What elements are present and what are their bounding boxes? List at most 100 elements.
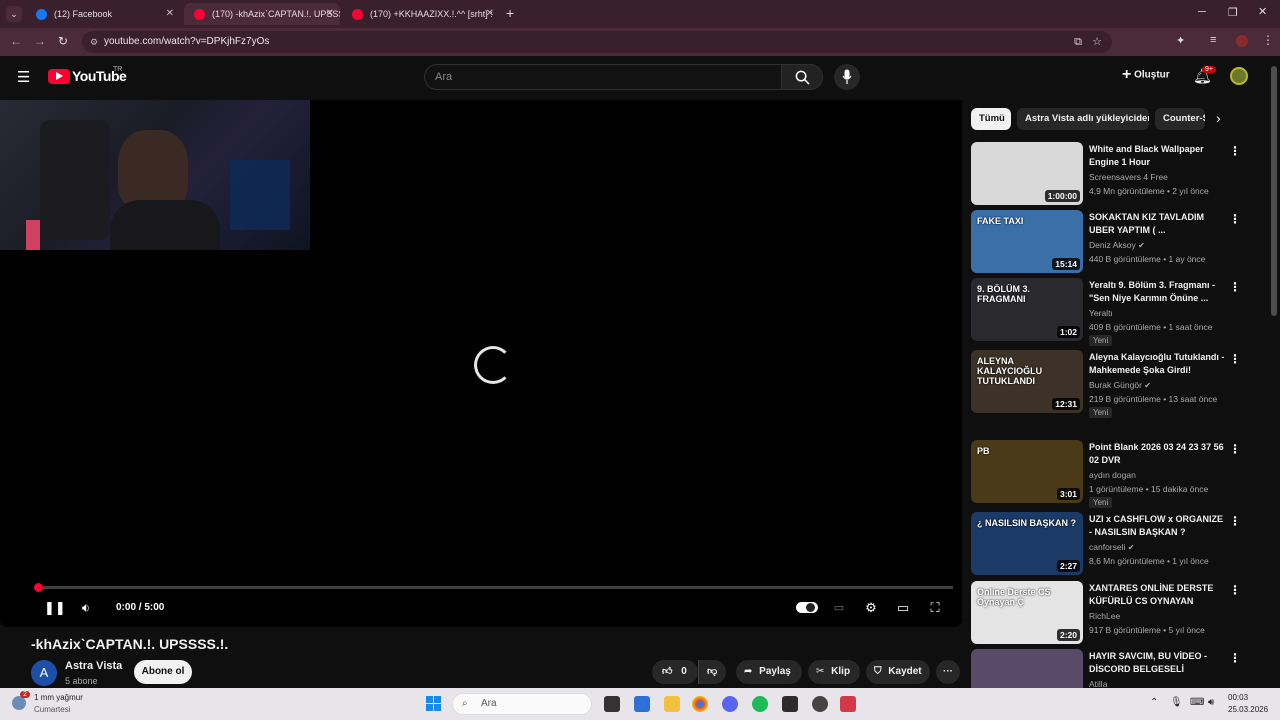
scrollbar-thumb[interactable] xyxy=(1271,66,1277,316)
profile-avatar[interactable] xyxy=(1236,35,1248,47)
recommendation-title[interactable]: UZI x CASHFLOW x ORGANIZE - NASILSIN BAŞ… xyxy=(1089,513,1225,539)
recommendation-channel[interactable]: Screensavers 4 Free xyxy=(1089,172,1168,182)
tab-list-button[interactable]: ⌄ xyxy=(6,6,22,22)
youtube-logo-icon[interactable] xyxy=(48,69,70,84)
more-options-icon[interactable]: ⋮ xyxy=(1229,352,1241,366)
close-tab-icon[interactable]: ✕ xyxy=(166,3,174,25)
chip-from-uploader[interactable]: Astra Vista adlı yükleyiciden xyxy=(1017,108,1149,130)
chevron-right-icon[interactable]: › xyxy=(1216,110,1221,126)
recommendation-item[interactable]: FAKE TAXI 15:14 SOKAKTAN KIZ TAVLADIM UBER… xyxy=(971,210,1251,274)
weather-text[interactable]: 1 mm yağmur xyxy=(34,693,83,702)
voice-search-button[interactable] xyxy=(834,64,860,90)
recommendation-channel[interactable]: aydın dogan xyxy=(1089,470,1136,480)
search-button[interactable] xyxy=(781,64,823,90)
chip-counter-strike[interactable]: Counter-S xyxy=(1155,108,1205,130)
tray-chevron-up-icon[interactable]: ⌃ xyxy=(1150,697,1158,708)
channel-name[interactable]: Astra Vista xyxy=(65,660,122,672)
video-thumbnail[interactable]: ¿ NASILSIN BAŞKAN ? 2:27 xyxy=(971,512,1083,575)
more-options-icon[interactable]: ⋮ xyxy=(1229,144,1241,158)
new-tab-button[interactable]: + xyxy=(506,5,514,21)
tab-facebook[interactable]: (12) Facebook ✕ xyxy=(26,3,180,25)
pause-icon[interactable]: ❚❚ xyxy=(44,600,66,616)
clip-button[interactable]: ✂ Klip xyxy=(808,660,860,684)
progress-bar[interactable] xyxy=(34,583,953,592)
close-tab-icon[interactable]: ✕ xyxy=(486,3,494,25)
scrubber-handle[interactable] xyxy=(34,583,43,592)
hamburger-menu-icon[interactable]: ☰ xyxy=(17,68,30,86)
subtitles-icon[interactable]: ▭ xyxy=(830,600,848,616)
more-options-icon[interactable]: ⋮ xyxy=(1229,442,1241,456)
close-window-icon[interactable]: ✕ xyxy=(1258,5,1267,18)
video-thumbnail[interactable]: 1:00:00 xyxy=(971,142,1083,205)
recommendation-title[interactable]: XANTARES ONLİNE DERSTE KÜFÜRLÜ CS OYNAYA… xyxy=(1089,582,1225,609)
cast-icon[interactable]: ⧉ xyxy=(1074,31,1082,53)
bookmark-star-icon[interactable]: ☆ xyxy=(1092,31,1102,53)
create-button[interactable]: + Oluştur xyxy=(1122,66,1170,84)
windows-start-icon[interactable] xyxy=(426,696,441,711)
recommendation-title[interactable]: SOKAKTAN KIZ TAVLADIM UBER YAPTIM ( ... xyxy=(1089,211,1225,237)
like-button[interactable]: 👍︎ 0 xyxy=(652,660,698,684)
volume-icon[interactable]: 🔉︎ xyxy=(77,600,95,616)
site-info-icon[interactable]: ⚙ xyxy=(90,31,98,53)
recommendation-title[interactable]: Yeraltı 9. Bölüm 3. Fragmanı - "Sen Niye… xyxy=(1089,279,1225,305)
clock-time[interactable]: 00:03 xyxy=(1228,693,1248,702)
recommendation-channel[interactable]: Burak Güngör ✔ xyxy=(1089,380,1151,390)
recommendation-title[interactable]: Point Blank 2026 03 24 23 37 56 02 DVR xyxy=(1089,441,1225,467)
recommendation-item[interactable]: Online Derste CS Oynayan Ç 2:20 XANTARES O… xyxy=(971,581,1251,645)
discord-icon[interactable] xyxy=(722,696,738,712)
more-actions-button[interactable]: ··· xyxy=(936,660,960,684)
restore-icon[interactable]: ❐ xyxy=(1228,6,1238,19)
chip-all[interactable]: Tümü xyxy=(971,108,1011,130)
more-options-icon[interactable]: ⋮ xyxy=(1229,280,1241,294)
recommendation-item[interactable]: 9. BÖLÜM 3. FRAGMANI 1:02 Yeraltı 9. Bölüm… xyxy=(971,278,1251,346)
spotify-icon[interactable] xyxy=(752,696,768,712)
recommendation-item[interactable]: ¿ NASILSIN BAŞKAN ? 2:27 UZI x CASHFLOW x … xyxy=(971,512,1251,576)
recommendation-channel[interactable]: canforseli ✔ xyxy=(1089,542,1134,552)
video-thumbnail[interactable]: 9. BÖLÜM 3. FRAGMANI 1:02 xyxy=(971,278,1083,341)
store-icon[interactable] xyxy=(634,696,650,712)
recommendation-item[interactable]: ALEYNA KALAYCIOĞLU TUTUKLANDI 12:31 Aleyna… xyxy=(971,350,1251,418)
recommendation-title[interactable]: HAYIR SAVCIM, BU VİDEO - DİSCORD BELGESE… xyxy=(1089,650,1225,676)
recommendation-title[interactable]: Aleyna Kalaycıoğlu Tutuklandı - Mahkemed… xyxy=(1089,351,1225,377)
url-field[interactable]: ⚙ youtube.com/watch?v=DPKjhFz7yOs ⧉ ☆ xyxy=(82,31,1112,53)
steam-icon[interactable] xyxy=(812,696,828,712)
more-options-icon[interactable]: ⋮ xyxy=(1229,514,1241,528)
share-button[interactable]: ➦ Paylaş xyxy=(736,660,802,684)
recommendation-item[interactable]: 1:00:00 White and Black Wallpaper Engine … xyxy=(971,142,1251,206)
tab-youtube-active[interactable]: (170) -khAzix`CAPTAN.!. UPSSSS.!. ✕ xyxy=(184,3,340,25)
reading-list-icon[interactable]: ≡ xyxy=(1210,34,1216,46)
more-options-icon[interactable]: ⋮ xyxy=(1229,212,1241,226)
forward-icon[interactable]: → xyxy=(34,34,46,48)
volume-tray-icon[interactable]: 🔊︎ xyxy=(1208,697,1214,708)
video-thumbnail[interactable]: FAKE TAXI 15:14 xyxy=(971,210,1083,273)
save-button[interactable]: ⛉ Kaydet xyxy=(866,660,930,684)
search-input[interactable]: Ara xyxy=(424,64,782,90)
recommendation-channel[interactable]: Deniz Aksoy ✔ xyxy=(1089,240,1145,250)
more-options-icon[interactable]: ⋮ xyxy=(1229,651,1241,665)
channel-avatar[interactable]: A xyxy=(31,660,57,686)
more-options-icon[interactable]: ⋮ xyxy=(1229,583,1241,597)
autoplay-toggle[interactable] xyxy=(796,602,818,613)
mic-tray-icon[interactable]: 🎙︎ xyxy=(1170,697,1183,708)
close-tab-icon[interactable]: ✕ xyxy=(326,3,334,25)
video-thumbnail[interactable]: ALEYNA KALAYCIOĞLU TUTUKLANDI 12:31 xyxy=(971,350,1083,413)
subscribe-button[interactable]: Abone ol xyxy=(134,660,192,684)
video-thumbnail[interactable]: PB 3:01 xyxy=(971,440,1083,503)
recommendation-channel[interactable]: Yeraltı xyxy=(1089,308,1113,318)
browser-menu-icon[interactable]: ⋮ xyxy=(1262,33,1274,47)
recommendation-title[interactable]: White and Black Wallpaper Engine 1 Hour xyxy=(1089,143,1225,169)
dislike-button[interactable]: 👎︎ xyxy=(698,660,726,684)
extensions-icon[interactable]: ✦ xyxy=(1176,34,1185,47)
recommendation-channel[interactable]: RichLee xyxy=(1089,611,1120,621)
back-icon[interactable]: ← xyxy=(10,34,22,48)
video-thumbnail[interactable]: Online Derste CS Oynayan Ç 2:20 xyxy=(971,581,1083,644)
theater-mode-icon[interactable]: ▭ xyxy=(894,600,912,616)
network-icon[interactable]: ⌨ xyxy=(1190,697,1204,708)
tab-youtube-2[interactable]: (170) +KKHAAZIXX.!.^^ [srht] : ✕ xyxy=(342,3,500,25)
fullscreen-icon[interactable]: ⛶ xyxy=(926,600,944,616)
terminal-icon[interactable] xyxy=(782,696,798,712)
page-scrollbar[interactable] xyxy=(1268,56,1280,688)
settings-gear-icon[interactable]: ⚙ xyxy=(862,600,880,616)
app-icon[interactable] xyxy=(840,696,856,712)
recommendation-item[interactable]: PB 3:01 Point Blank 2026 03 24 23 37 56 02… xyxy=(971,440,1251,508)
